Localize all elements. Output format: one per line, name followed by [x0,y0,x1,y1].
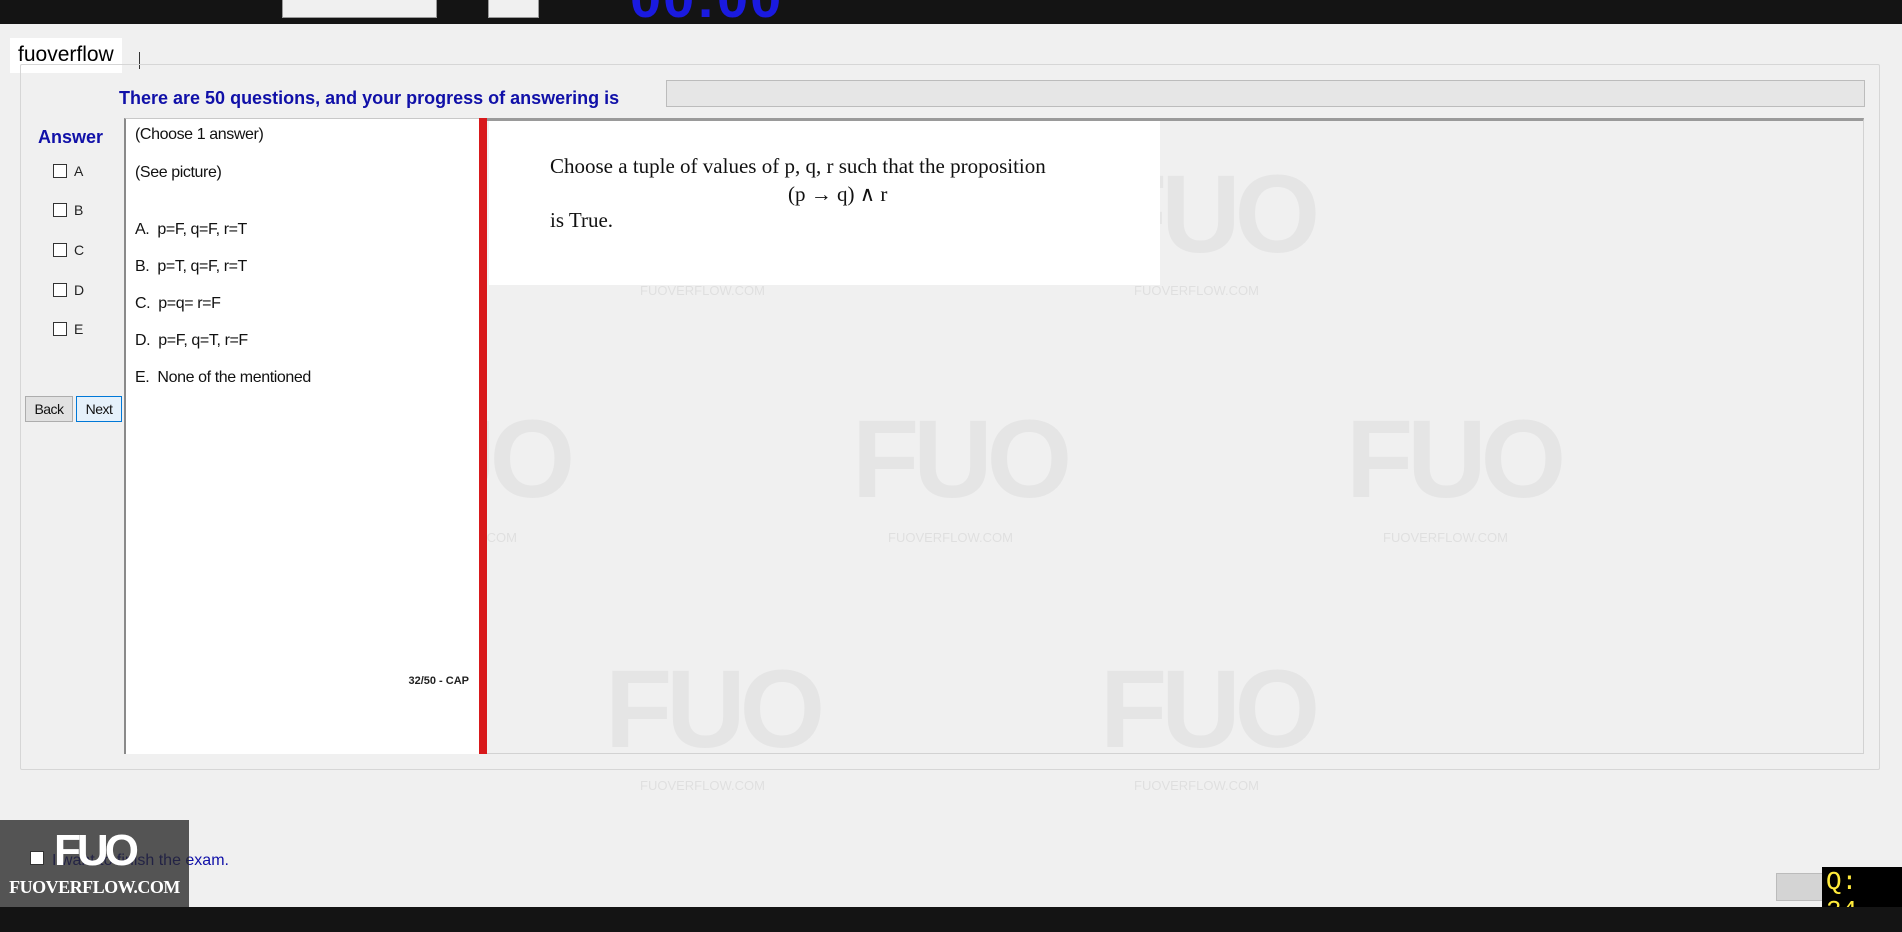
choice-e: E. None of the mentioned [135,369,311,387]
answer-option-label: D [74,282,85,298]
top-spinner[interactable] [488,0,539,18]
choice-text: p=q= r=F [158,295,221,312]
top-dropdown[interactable] [282,0,437,18]
countdown-timer: 00:00 [630,0,783,24]
answer-option-b[interactable]: B [53,202,83,218]
answer-option-e[interactable]: E [53,321,83,337]
logo-mark: FUO [54,826,139,875]
choice-text: None of the mentioned [157,369,311,386]
logo-text: FUOVERFLOW.COM [9,877,180,897]
checkbox[interactable] [53,164,67,178]
choice-letter: C. [135,295,151,312]
watermark-text: FUOVERFLOW.COM [1134,778,1259,793]
bottom-bar [0,907,1902,932]
image-line-1: Choose a tuple of values of p, q, r such… [550,154,1046,178]
choice-letter: E. [135,369,150,386]
checkbox[interactable] [53,283,67,297]
finish-exam-checkbox[interactable] [30,851,44,865]
watermark-text: FUOVERFLOW.COM [640,778,765,793]
question-image: Choose a tuple of values of p, q, r such… [489,121,1160,285]
answer-option-c[interactable]: C [53,242,84,258]
choice-c: C. p=q= r=F [135,295,221,313]
fuoverflow-logo: FUO FUOVERFLOW.COM [0,820,189,907]
question-panel: (Choose 1 answer) (See picture) A. p=F, … [124,118,481,754]
choice-letter: A. [135,221,150,238]
checkbox[interactable] [53,243,67,257]
checkbox[interactable] [53,322,67,336]
back-button[interactable]: Back [25,396,73,422]
choice-text: p=T, q=F, r=T [157,258,247,275]
question-instruction: (Choose 1 answer) [135,126,264,143]
choice-b: B. p=T, q=F, r=T [135,258,247,276]
next-button[interactable]: Next [76,396,122,422]
choice-a: A. p=F, q=F, r=T [135,221,247,239]
choice-letter: D. [135,332,151,349]
answer-option-d[interactable]: D [53,282,84,298]
choice-text: p=F, q=F, r=T [157,221,247,238]
choice-text: p=F, q=T, r=F [158,332,248,349]
panel-divider[interactable] [479,118,487,754]
progress-bar [666,80,1865,107]
image-line-3: is True. [550,208,614,232]
checkbox[interactable] [53,203,67,217]
question-note: (See picture) [135,164,222,181]
choice-letter: B. [135,258,150,275]
progress-label: There are 50 questions, and your progres… [119,88,620,108]
choice-d: D. p=F, q=T, r=F [135,332,248,350]
answer-title: Answer [38,127,104,147]
answer-option-a[interactable]: A [53,163,83,179]
answer-option-label: A [74,163,84,179]
answer-option-label: C [74,242,85,258]
top-bar: 00:00 [0,0,1902,24]
image-formula: (p → q) ∧ r [788,182,888,206]
question-footer: 32/50 - CAP [408,675,469,687]
answer-option-label: E [74,321,84,337]
answer-option-label: B [74,202,84,218]
